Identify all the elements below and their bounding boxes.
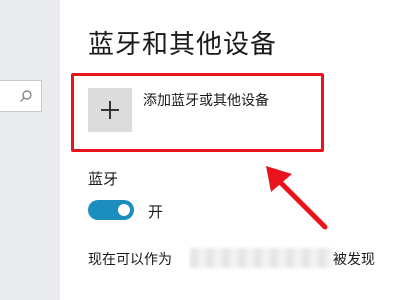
search-input[interactable] bbox=[0, 80, 42, 112]
navigation-pane bbox=[0, 0, 60, 300]
device-name-redacted bbox=[190, 248, 332, 268]
highlight-annotation-box bbox=[71, 73, 324, 152]
discoverable-prefix-text: 现在可以作为 bbox=[88, 252, 172, 268]
bluetooth-toggle[interactable] bbox=[88, 200, 134, 220]
search-icon[interactable] bbox=[19, 89, 33, 103]
discoverable-suffix-text: 被发现 bbox=[333, 252, 375, 268]
bluetooth-toggle-label: 开 bbox=[148, 203, 164, 221]
page-title: 蓝牙和其他设备 bbox=[88, 30, 278, 60]
toggle-knob bbox=[118, 204, 130, 216]
bluetooth-heading: 蓝牙 bbox=[88, 170, 119, 188]
